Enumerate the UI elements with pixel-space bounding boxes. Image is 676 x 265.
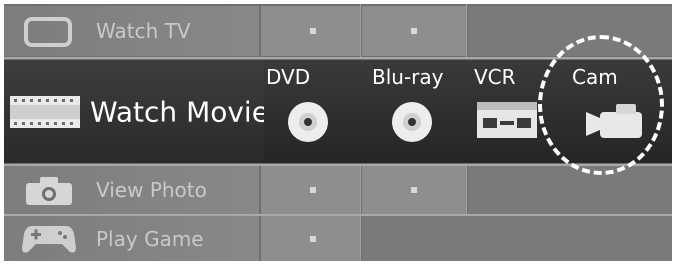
option-dvd[interactable]: DVD bbox=[266, 60, 366, 163]
menu-row-label: Watch Movie bbox=[90, 95, 269, 128]
disc-icon bbox=[392, 102, 432, 142]
menu-row-view-photo-cell: View Photo bbox=[4, 166, 259, 214]
cam-highlight-ring bbox=[538, 35, 664, 175]
option-label: Blu-ray bbox=[372, 65, 444, 89]
placeholder-dot bbox=[411, 28, 417, 34]
menu-row-watch-tv-cell: Watch TV bbox=[4, 6, 259, 56]
option-label: DVD bbox=[266, 65, 311, 89]
menu-row-view-photo[interactable]: View Photo bbox=[4, 166, 672, 214]
menu-row-play-game[interactable]: Play Game bbox=[4, 216, 672, 261]
placeholder-dot bbox=[310, 235, 316, 242]
film-strip-icon bbox=[10, 96, 80, 128]
menu-row-watch-movie-cell: Watch Movie bbox=[4, 60, 269, 163]
column-divider bbox=[360, 165, 361, 261]
option-label: VCR bbox=[474, 65, 516, 89]
camera-icon bbox=[26, 177, 72, 205]
menu-row-play-game-cell: Play Game bbox=[4, 216, 259, 261]
tv-sub-slot-2[interactable] bbox=[362, 6, 466, 56]
option-blu-ray[interactable]: Blu-ray bbox=[372, 60, 472, 163]
game-sub-slot-1[interactable] bbox=[261, 216, 360, 261]
column-divider bbox=[466, 165, 467, 215]
tv-sub-slot-1[interactable] bbox=[261, 6, 360, 56]
placeholder-dot bbox=[310, 28, 316, 34]
vcr-cassette-icon bbox=[477, 102, 537, 138]
placeholder-dot bbox=[310, 187, 316, 193]
menu-row-label: View Photo bbox=[96, 178, 207, 202]
game-sub-empty bbox=[362, 216, 672, 261]
tv-icon bbox=[24, 17, 72, 47]
photo-sub-slot-2[interactable] bbox=[362, 166, 466, 214]
menu-row-label: Play Game bbox=[96, 226, 204, 251]
column-divider bbox=[466, 4, 467, 57]
gamepad-icon bbox=[22, 226, 76, 253]
menu-row-label: Watch TV bbox=[96, 19, 191, 43]
placeholder-dot bbox=[411, 187, 417, 193]
disc-icon bbox=[288, 102, 328, 142]
column-divider bbox=[360, 4, 361, 57]
photo-sub-slot-1[interactable] bbox=[261, 166, 360, 214]
photo-sub-empty bbox=[468, 166, 672, 214]
